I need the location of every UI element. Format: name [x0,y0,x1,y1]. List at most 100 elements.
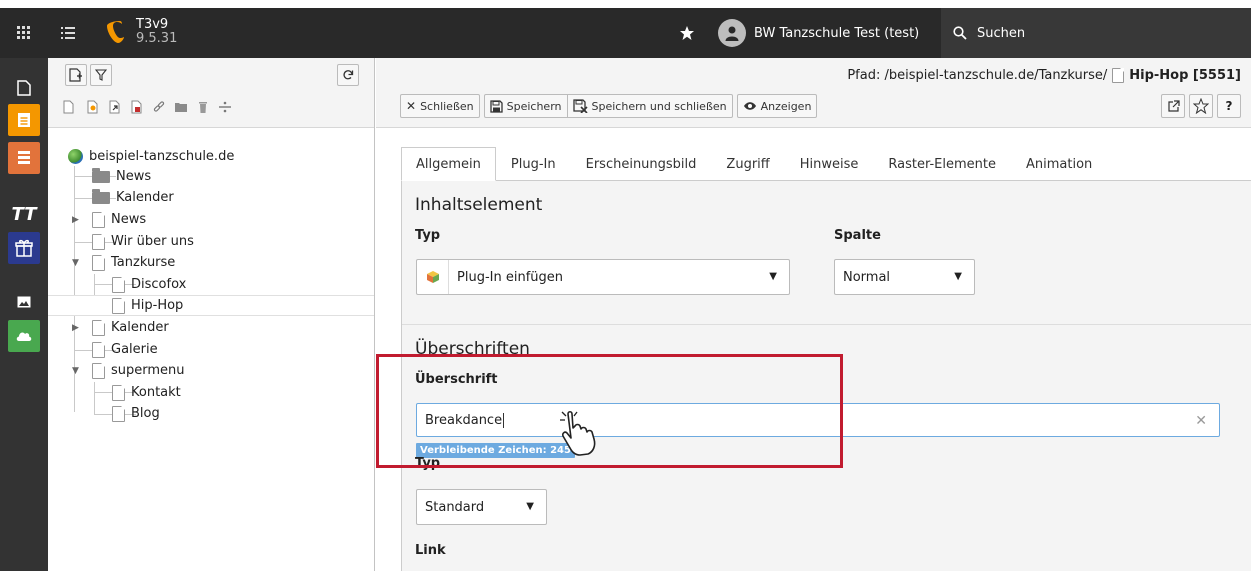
doctype-mountpoint-icon[interactable] [130,100,144,114]
divider-icon[interactable] [218,100,232,114]
top-strip [0,0,1251,8]
globe-icon [68,149,83,164]
tree-node-hip-hop[interactable]: Hip-Hop [48,295,374,316]
user-icon [725,26,739,41]
module-records[interactable] [8,142,40,174]
module-menu-toggle[interactable] [0,8,48,58]
page-title: Hip-Hop [5551] [1129,68,1241,83]
filter-button[interactable] [90,64,112,86]
breadcrumb: Pfad: /beispiel-tanzschule.de/Tanzkurse/… [847,68,1241,83]
module-cloud[interactable] [8,320,40,352]
tree-node-label: Tanzkurse [111,255,176,270]
help-button[interactable]: ? [1217,94,1241,118]
tt-icon: TT [11,203,37,225]
section-title-inhaltselement: Inhaltselement [415,195,543,215]
page-icon [92,362,105,379]
tab-animation[interactable]: Animation [1010,147,1108,181]
external-link-icon [1167,99,1180,112]
doctype-backend-user-icon[interactable] [86,100,100,114]
new-page-button[interactable] [65,64,87,86]
tree-node-news[interactable]: ▶ News [72,209,146,230]
doctype-shortcut-icon[interactable] [108,100,122,114]
tree-node-discofox[interactable]: Discofox [112,274,186,295]
eye-icon [743,102,756,110]
page-icon [112,297,125,314]
avatar [718,19,746,47]
tab-allgemein[interactable]: Allgemein [401,147,496,181]
folder-icon [92,167,110,183]
main-content: Allgemein Plug-In Erscheinungsbild Zugri… [376,128,1251,571]
tree-node-kalender[interactable]: ▶ Kalender [72,317,169,338]
save-button[interactable]: Speichern [483,94,568,118]
page-icon [92,319,105,336]
tree-node-root[interactable]: beispiel-tanzschule.de [68,146,234,167]
view-label: Anzeigen [760,99,812,113]
image-icon [17,296,31,308]
collapse-caret-icon[interactable]: ▼ [72,366,82,376]
doc-header: Pfad: /beispiel-tanzschule.de/Tanzkurse/… [376,58,1251,128]
bookmark-button[interactable] [1189,94,1213,118]
tab-erscheinungsbild[interactable]: Erscheinungsbild [570,147,712,181]
pagetree-toggle[interactable] [48,8,88,58]
tree-node-label: supermenu [111,363,185,378]
save-close-button[interactable]: Speichern und schließen [567,94,733,118]
module-menu: TT [0,58,48,571]
search-button[interactable]: Suchen [941,8,1251,58]
page-icon [92,211,105,228]
collapse-caret-icon[interactable]: ▼ [72,258,82,268]
tree-node-supermenu[interactable]: ▼ supermenu [72,360,185,381]
refresh-button[interactable] [337,64,359,86]
module-templavoila[interactable]: TT [8,198,40,230]
tree-node-label: Kalender [111,320,169,335]
search-label: Suchen [977,25,1026,41]
tree-node-tanzkurse[interactable]: ▼ Tanzkurse [72,252,175,273]
expand-caret-icon[interactable]: ▶ [72,215,82,225]
tab-hinweise[interactable]: Hinweise [784,147,874,181]
link-label: Link [415,543,446,558]
close-button[interactable]: ✕ Schließen [400,94,480,118]
header-type-select[interactable]: Standard ▼ [416,489,547,525]
tab-plug-in[interactable]: Plug-In [495,147,571,181]
tree-node-wir-ueber-uns[interactable]: Wir über uns [92,231,194,252]
chevron-down-icon: ▼ [526,501,534,512]
column-select[interactable]: Normal ▼ [834,259,975,295]
tree-node-blog[interactable]: Blog [112,403,160,424]
recycler-icon[interactable] [196,100,210,114]
content-type-select[interactable]: Plug-In einfügen ▼ [416,259,790,295]
tree-toolbar [48,58,374,128]
module-page[interactable] [8,72,40,104]
tree-node-kalender-folder[interactable]: Kalender [92,187,174,208]
clear-icon[interactable]: ✕ [1195,413,1207,429]
tab-bar: Allgemein Plug-In Erscheinungsbild Zugri… [401,147,1108,181]
typo3-logo[interactable]: T3v9 9.5.31 [104,18,177,46]
user-menu[interactable]: BW Tanzschule Test (test) [718,8,929,58]
tab-zugriff[interactable]: Zugriff [711,147,785,181]
tree-node-label: News [116,169,152,184]
expand-caret-icon[interactable]: ▶ [72,323,82,333]
tree-node-label: Kontakt [131,385,181,400]
open-new-window-button[interactable] [1161,94,1185,118]
link-icon[interactable] [152,100,166,114]
tree-node-galerie[interactable]: Galerie [92,339,158,360]
close-icon: ✕ [406,99,417,113]
save-close-label: Speichern und schließen [591,99,727,113]
module-list[interactable] [8,104,40,136]
cloud-icon [16,332,32,341]
list-icon [61,27,75,39]
bookmarks-button[interactable] [670,8,704,58]
page-tree-panel: beispiel-tanzschule.de News Kalender ▶ N… [48,58,375,571]
content-type-value: Plug-In einfügen [457,269,563,285]
help-icon: ? [1225,99,1233,113]
plugin-icon-box [417,260,449,294]
doctype-page-icon[interactable] [62,100,76,114]
module-filelist[interactable] [8,286,40,318]
tree-node-news-folder[interactable]: News [92,166,151,187]
path-prefix: Pfad: /beispiel-tanzschule.de/Tanzkurse/ [847,68,1108,83]
tree-node-label: Discofox [131,277,187,292]
module-extension[interactable] [8,232,40,264]
chevron-down-icon: ▼ [954,271,962,282]
tree-node-kontakt[interactable]: Kontakt [112,382,181,403]
tab-raster-elemente[interactable]: Raster-Elemente [873,147,1011,181]
view-button[interactable]: Anzeigen [736,94,818,118]
folder-icon[interactable] [174,100,188,114]
